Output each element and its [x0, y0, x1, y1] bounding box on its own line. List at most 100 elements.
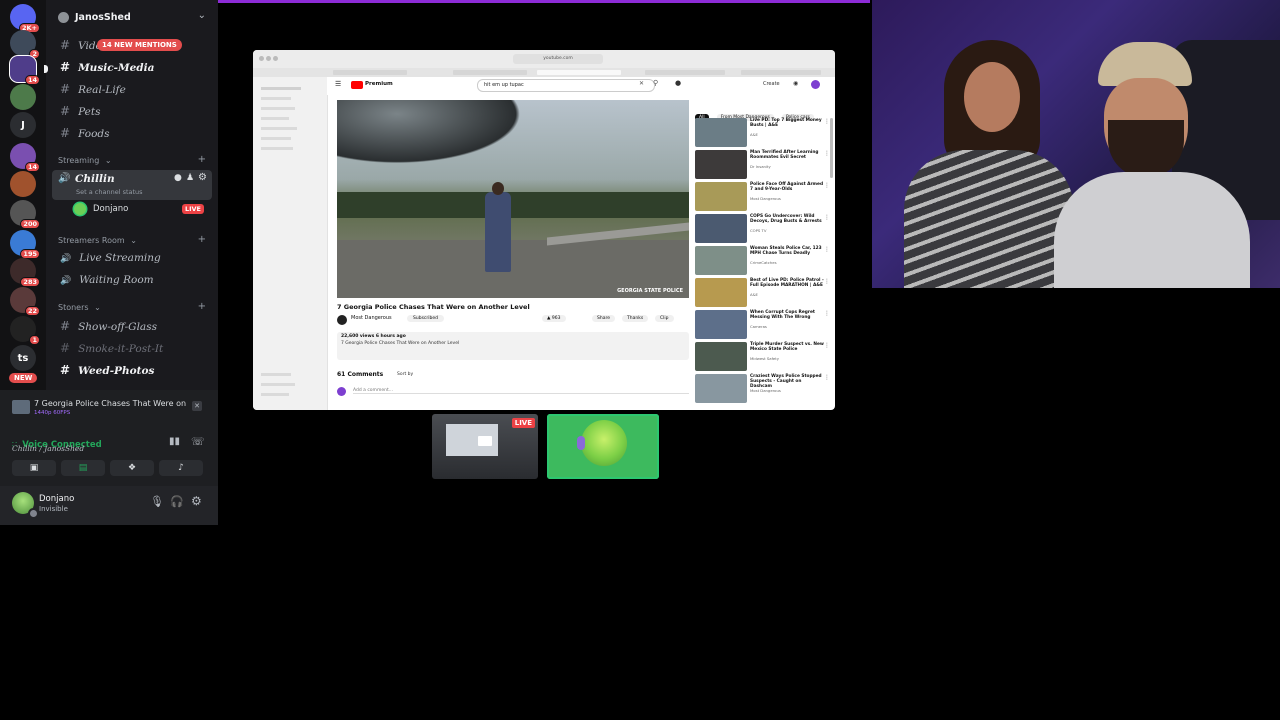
- add-channel-icon[interactable]: +: [198, 301, 206, 312]
- microphone-icon[interactable]: 🎙: [150, 495, 164, 508]
- search-icon[interactable]: ⚲: [653, 79, 658, 87]
- video-thumbnail[interactable]: [695, 310, 747, 339]
- camera-button[interactable]: ▣: [12, 460, 56, 476]
- gear-icon[interactable]: ⚙: [191, 494, 202, 508]
- more-options-icon[interactable]: ⋮: [824, 374, 830, 381]
- window-max-dot[interactable]: [273, 56, 278, 61]
- channel-pets[interactable]: # Pets: [60, 104, 100, 118]
- recommendation-title[interactable]: Craziest Ways Police Stopped Suspects - …: [750, 374, 824, 389]
- gear-icon[interactable]: ⚙: [198, 172, 207, 183]
- tab[interactable]: [645, 70, 725, 75]
- thanks-button[interactable]: Thanks: [622, 315, 649, 322]
- category-streaming[interactable]: Streaming ⌄: [58, 156, 112, 165]
- voice-location[interactable]: Chillin / JanosShed: [12, 444, 84, 453]
- recommendation-title[interactable]: Man Terrified After Learning Roommates E…: [750, 150, 824, 160]
- account-avatar[interactable]: [811, 80, 820, 89]
- video-thumbnail[interactable]: [695, 374, 747, 403]
- invite-icon[interactable]: ♟: [186, 173, 194, 183]
- recommendation-item[interactable]: Craziest Ways Police Stopped Suspects - …: [695, 374, 830, 404]
- recommendation-title[interactable]: Woman Steals Police Car, 123 MPH Chase T…: [750, 246, 824, 256]
- username[interactable]: Donjano: [39, 494, 74, 504]
- server-icon[interactable]: [10, 171, 36, 197]
- recommendation-title[interactable]: When Corrupt Cops Regret Messing With Th…: [750, 310, 824, 320]
- webcam-stream[interactable]: [872, 0, 1280, 288]
- channel-weed-photos[interactable]: # Weed-Photos: [60, 363, 154, 377]
- screen-share-stream[interactable]: youtube.com ☰ Premium hit em up tupac ✕ …: [253, 50, 835, 410]
- channel-avatar[interactable]: [337, 315, 347, 325]
- more-options-icon[interactable]: ⋮: [824, 342, 830, 349]
- share-button[interactable]: Share: [592, 315, 615, 322]
- recommendation-item[interactable]: COPS Go Undercover: Wild Decoys, Drug Bu…: [695, 214, 830, 244]
- category-stoners[interactable]: Stoners ⌄: [58, 303, 101, 312]
- chat-icon[interactable]: ●: [174, 173, 182, 183]
- youtube-logo[interactable]: [351, 81, 363, 89]
- channel-smoke-it-post-it[interactable]: # Smoke-it-Post-It: [60, 341, 163, 355]
- recommendation-item[interactable]: Man Terrified After Learning Roommates E…: [695, 150, 830, 180]
- video-thumbnail[interactable]: [695, 278, 747, 307]
- window-min-dot[interactable]: [266, 56, 271, 61]
- voice-channel-live-streaming[interactable]: 🔊 Live Streaming: [60, 252, 161, 264]
- channel-real-life[interactable]: # Real-Life: [60, 82, 126, 96]
- more-options-icon[interactable]: ⋮: [824, 278, 830, 285]
- voice-member-donjano[interactable]: Donjano LIVE: [74, 202, 208, 218]
- recommendation-item[interactable]: Woman Steals Police Car, 123 MPH Chase T…: [695, 246, 830, 276]
- server-icon[interactable]: 1: [10, 316, 40, 345]
- soundboard-button[interactable]: ♪: [159, 460, 203, 476]
- channel-music-media[interactable]: # Music-Media: [60, 60, 154, 74]
- recommendation-title[interactable]: Police Face Off Against Armed 7 and 9-Ye…: [750, 182, 824, 192]
- recommendation-item[interactable]: Police Face Off Against Armed 7 and 9-Ye…: [695, 182, 830, 212]
- video-thumbnail[interactable]: [695, 214, 747, 243]
- new-servers-pill[interactable]: NEW: [9, 373, 38, 383]
- video-thumbnail[interactable]: [695, 150, 747, 179]
- scrollbar[interactable]: [830, 118, 833, 178]
- chevron-down-icon[interactable]: ⌄: [198, 10, 206, 21]
- tab[interactable]: [453, 70, 527, 75]
- channel-video[interactable]: # Vide: [60, 38, 102, 52]
- notifications-icon[interactable]: ◉: [793, 80, 798, 87]
- description-box[interactable]: 22,600 views 6 hours ago 7 Georgia Polic…: [337, 332, 689, 360]
- more-options-icon[interactable]: ⋮: [824, 310, 830, 317]
- headphones-icon[interactable]: 🎧: [170, 495, 184, 508]
- server-icon[interactable]: [10, 84, 36, 110]
- tab[interactable]: [741, 70, 821, 75]
- server-icon[interactable]: 200: [10, 200, 40, 229]
- tab[interactable]: [333, 70, 407, 75]
- server-icon[interactable]: 2: [10, 30, 40, 59]
- stream-tile-screen[interactable]: LIVE: [432, 414, 538, 479]
- like-button[interactable]: ▲ 963: [542, 315, 566, 322]
- more-options-icon[interactable]: ⋮: [824, 246, 830, 253]
- activity-card[interactable]: 7 Georgia Police Chases That Were on An.…: [8, 396, 210, 422]
- activities-button[interactable]: ❖: [110, 460, 154, 476]
- recommendation-item[interactable]: When Corrupt Cops Regret Messing With Th…: [695, 310, 830, 340]
- menu-icon[interactable]: ☰: [335, 80, 341, 88]
- stream-tile-user[interactable]: [547, 414, 659, 479]
- close-icon[interactable]: ✕: [192, 401, 202, 411]
- noise-suppression-icon[interactable]: ▮▮: [169, 436, 180, 447]
- video-thumbnail[interactable]: [695, 182, 747, 211]
- video-player[interactable]: GEORGIA STATE POLICE: [337, 100, 689, 298]
- add-channel-icon[interactable]: +: [198, 154, 206, 165]
- screen-share-button[interactable]: ▤: [61, 460, 105, 476]
- server-icon[interactable]: 14: [10, 143, 40, 172]
- clear-search-icon[interactable]: ✕: [639, 80, 644, 87]
- add-channel-icon[interactable]: +: [198, 234, 206, 245]
- tab[interactable]: [537, 70, 621, 75]
- channel-show-off-glass[interactable]: # Show-off-Glass: [60, 319, 157, 333]
- more-options-icon[interactable]: ⋮: [824, 182, 830, 189]
- url-bar[interactable]: youtube.com: [513, 54, 603, 64]
- video-thumbnail[interactable]: [695, 118, 747, 147]
- create-button[interactable]: Create: [763, 81, 780, 87]
- new-mentions-pill[interactable]: 14 NEW MENTIONS: [97, 39, 182, 51]
- disconnect-icon[interactable]: ☏: [191, 435, 205, 448]
- window-close-dot[interactable]: [259, 56, 264, 61]
- channel-foods[interactable]: # Foods: [60, 126, 110, 140]
- video-thumbnail[interactable]: [695, 246, 747, 275]
- recommendation-item[interactable]: Best of Live PD: Police Patrol - Full Ep…: [695, 278, 830, 308]
- voice-channel-chillin[interactable]: 🔊 Chillin Set a channel status ● ♟ ⚙: [52, 170, 212, 200]
- server-icon[interactable]: 283: [10, 258, 40, 287]
- category-streamers-room[interactable]: Streamers Room ⌄: [58, 236, 137, 245]
- recommendation-title[interactable]: Triple Murder Suspect vs. New Mexico Sta…: [750, 342, 824, 352]
- channel-name[interactable]: Most Dangerous: [351, 315, 392, 321]
- server-icon[interactable]: 195: [10, 230, 40, 259]
- recommendation-title[interactable]: COPS Go Undercover: Wild Decoys, Drug Bu…: [750, 214, 824, 224]
